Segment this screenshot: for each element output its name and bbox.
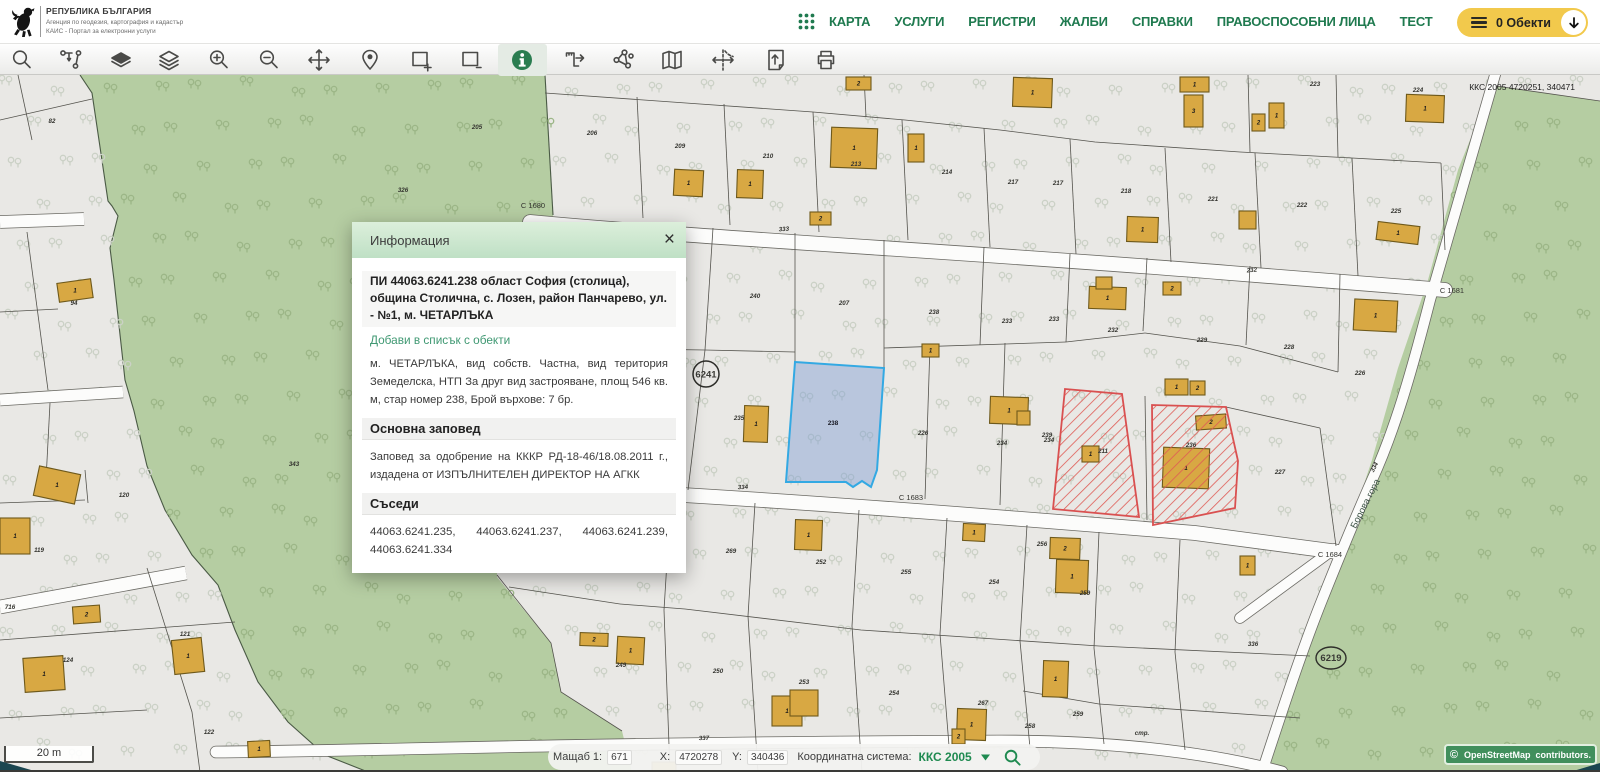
svg-text:211: 211	[1097, 448, 1108, 455]
svg-text:2: 2	[956, 735, 961, 741]
svg-text:225: 225	[1390, 208, 1402, 215]
svg-text:234: 234	[996, 440, 1008, 447]
svg-text:С 1681: С 1681	[1440, 286, 1464, 295]
svg-text:256: 256	[1036, 541, 1048, 548]
svg-text:6219: 6219	[1320, 653, 1341, 664]
svg-text:121: 121	[180, 631, 191, 638]
svg-text:238: 238	[928, 309, 940, 316]
svg-text:253: 253	[798, 679, 810, 686]
svg-text:326: 326	[398, 187, 409, 194]
svg-text:232: 232	[1245, 267, 1257, 275]
svg-text:254: 254	[888, 690, 900, 697]
svg-text:С 1683: С 1683	[899, 493, 923, 502]
svg-text:228: 228	[1283, 344, 1295, 351]
svg-text:218: 218	[1120, 188, 1132, 195]
svg-text:229: 229	[1196, 337, 1208, 344]
svg-text:2: 2	[1169, 287, 1174, 293]
svg-text:217: 217	[1052, 180, 1064, 187]
svg-text:205: 205	[471, 124, 483, 131]
svg-text:2: 2	[1256, 121, 1261, 127]
svg-text:252: 252	[815, 559, 827, 566]
svg-text:6241: 6241	[695, 370, 717, 381]
svg-text:227: 227	[1274, 469, 1286, 476]
svg-text:250: 250	[712, 668, 724, 675]
svg-text:213: 213	[850, 161, 862, 168]
svg-text:232: 232	[1107, 327, 1119, 334]
svg-text:334: 334	[738, 484, 749, 492]
svg-text:2: 2	[591, 638, 596, 644]
svg-text:716: 716	[5, 604, 16, 611]
svg-text:207: 207	[838, 300, 850, 307]
svg-text:С 1684: С 1684	[1318, 550, 1342, 559]
svg-text:233: 233	[1048, 316, 1060, 323]
svg-text:223: 223	[1309, 81, 1321, 88]
svg-text:267: 267	[977, 700, 989, 707]
svg-text:255: 255	[900, 569, 912, 576]
svg-text:94: 94	[71, 300, 78, 307]
svg-text:2: 2	[84, 613, 89, 619]
svg-text:82: 82	[49, 118, 56, 125]
svg-text:ККС 2005 4720251, 340471: ККС 2005 4720251, 340471	[1469, 82, 1575, 92]
svg-text:2: 2	[1195, 386, 1200, 392]
svg-text:238: 238	[828, 420, 839, 427]
svg-text:259: 259	[1079, 590, 1091, 597]
svg-text:258: 258	[1024, 723, 1036, 730]
svg-text:2: 2	[818, 217, 823, 223]
svg-text:221: 221	[1207, 196, 1219, 203]
svg-text:210: 210	[762, 153, 774, 160]
svg-text:124: 124	[63, 657, 74, 664]
svg-text:240: 240	[749, 293, 761, 300]
svg-text:254: 254	[988, 579, 1000, 586]
svg-text:119: 119	[34, 547, 44, 554]
svg-text:235: 235	[733, 415, 745, 422]
svg-text:269: 269	[725, 548, 737, 555]
svg-text:343: 343	[289, 461, 300, 468]
svg-text:122: 122	[204, 729, 215, 736]
svg-text:249: 249	[615, 662, 627, 669]
svg-text:224: 224	[1412, 87, 1424, 94]
svg-text:2: 2	[1062, 547, 1067, 553]
svg-text:234: 234	[1043, 437, 1055, 444]
svg-text:2: 2	[856, 82, 861, 88]
svg-text:333: 333	[778, 226, 789, 234]
svg-text:120: 120	[119, 492, 130, 499]
svg-text:214: 214	[941, 169, 953, 176]
svg-text:336: 336	[1248, 641, 1259, 648]
svg-text:стр.: стр.	[1135, 730, 1150, 737]
svg-text:233: 233	[1001, 318, 1013, 325]
svg-text:206: 206	[586, 130, 598, 137]
svg-text:226: 226	[1354, 370, 1366, 377]
svg-text:217: 217	[1007, 179, 1019, 186]
svg-text:209: 209	[674, 143, 686, 150]
svg-text:С 1680: С 1680	[521, 201, 545, 210]
svg-text:337: 337	[699, 735, 710, 742]
svg-text:226: 226	[917, 430, 929, 437]
svg-text:259: 259	[1072, 711, 1084, 718]
svg-text:222: 222	[1296, 202, 1308, 209]
svg-text:236: 236	[1185, 442, 1197, 449]
